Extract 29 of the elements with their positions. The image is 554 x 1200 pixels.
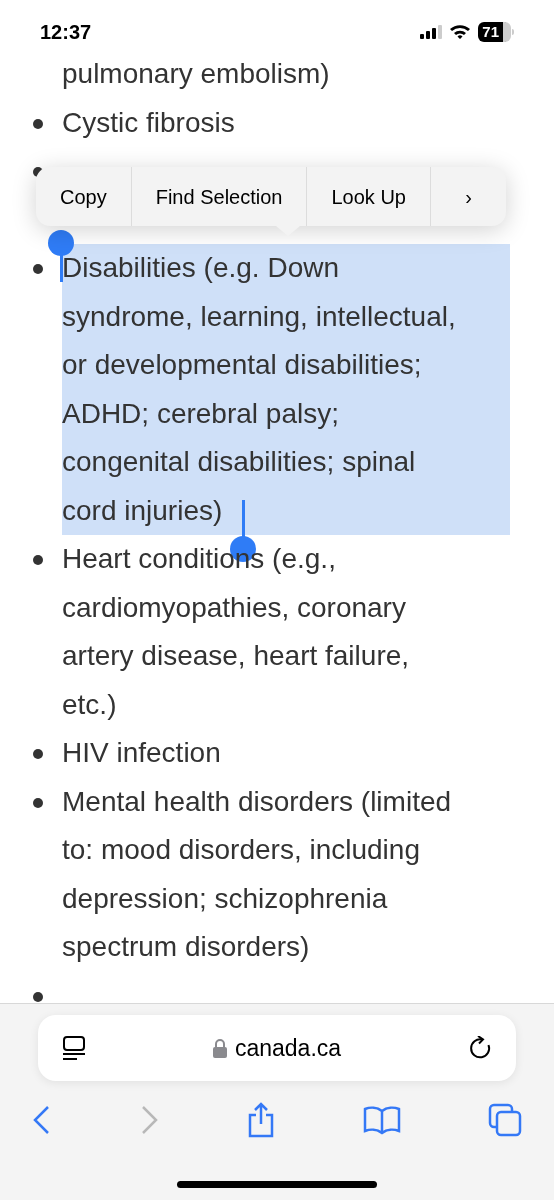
bullet-icon: [33, 118, 43, 129]
bullet-icon: [33, 749, 43, 759]
selected-text: Disabilities (e.g. Down syndrome, learning, intellectual, or developmental disabilities; ADHD; cerebral palsy; congenital disabilities; spinal cord injuries): [62, 244, 510, 535]
list-text: HIV infection: [62, 737, 221, 768]
bullet-icon: [33, 555, 43, 565]
list-text: Cystic fibrosis: [62, 106, 235, 138]
status-time: 12:37: [40, 20, 92, 45]
battery-level: 71: [478, 22, 511, 42]
lock-icon: [212, 1038, 227, 1058]
list-text: Mental health disorders (limited to: mood disorders, including depression; schizophrenia spectrum disorders): [62, 785, 452, 962]
bullet-icon: [33, 264, 43, 274]
url-text: canada.ca: [234, 1033, 342, 1063]
wifi-icon: [449, 24, 472, 40]
list-text: pulmonary embolism): [62, 58, 330, 89]
reader-icon[interactable]: [62, 1035, 86, 1061]
bullet-icon: [33, 797, 43, 808]
menu-item[interactable]: Copy: [36, 167, 131, 226]
list-text: Heart conditions (e.g., cardiomyopathies, coronary artery disease, heart failure, etc.): [62, 543, 410, 720]
back-icon[interactable]: [32, 1105, 52, 1135]
menu-item[interactable]: Find Selection: [130, 167, 307, 226]
book-icon[interactable]: [363, 1105, 401, 1135]
tabs-icon[interactable]: [488, 1103, 522, 1137]
menu-item[interactable]: Look Up: [306, 167, 430, 226]
signal-icon: [420, 25, 443, 39]
bullet-icon: [33, 991, 43, 1002]
menu-item[interactable]: ›: [429, 167, 506, 226]
address-bar[interactable]: canada.ca: [38, 1015, 516, 1081]
share-icon[interactable]: [246, 1102, 276, 1138]
reload-icon[interactable]: [468, 1036, 492, 1060]
